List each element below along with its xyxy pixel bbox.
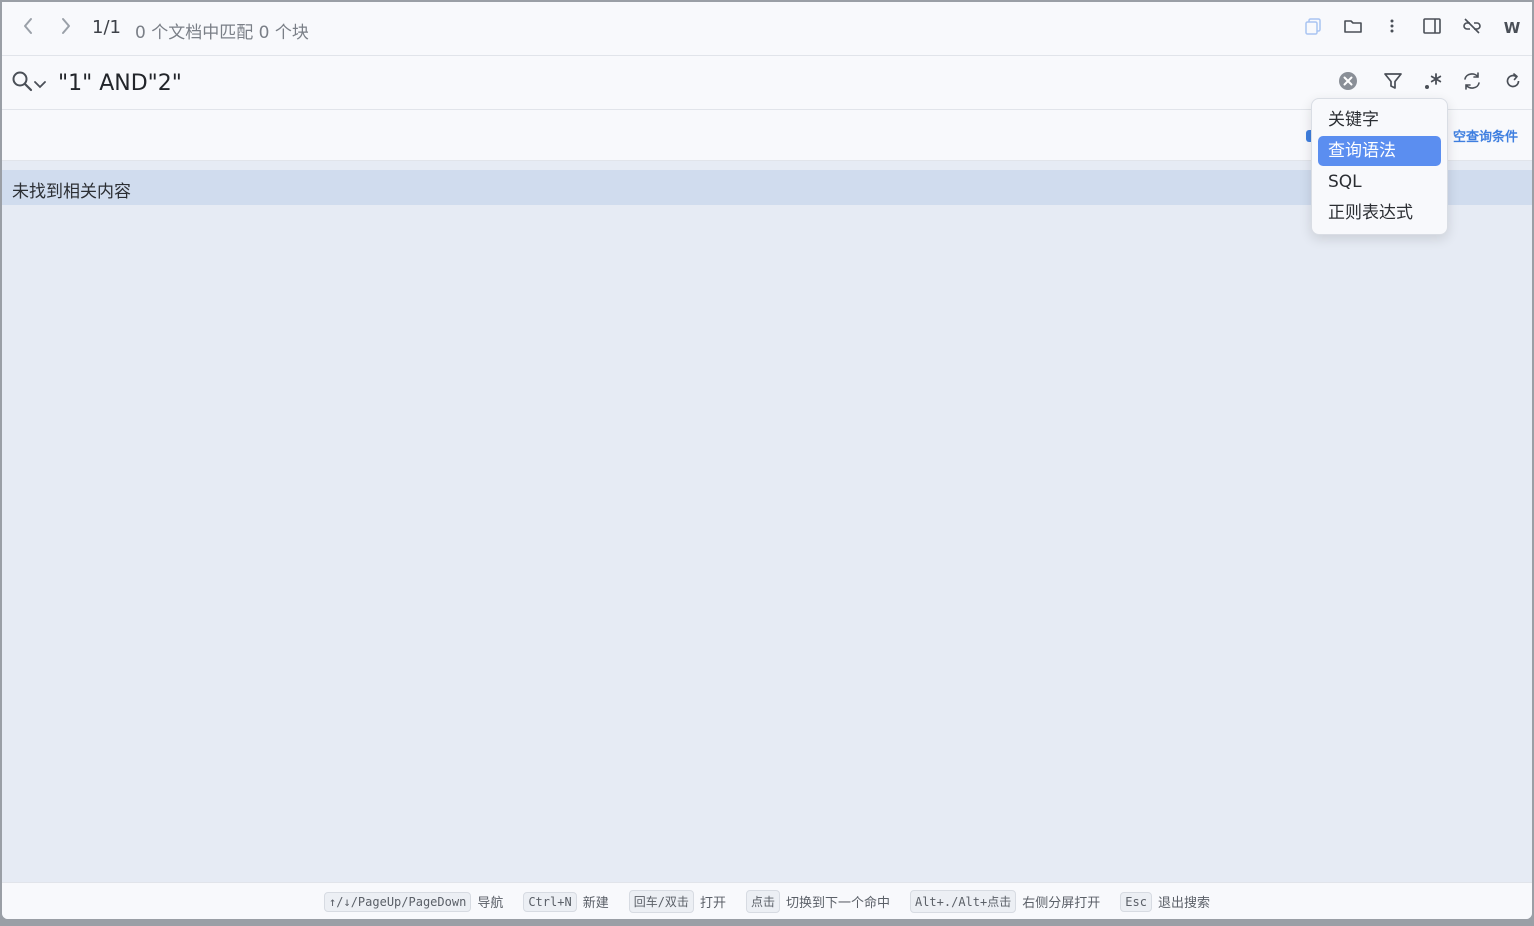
more-icon <box>1389 18 1395 38</box>
w-button[interactable]: W <box>1501 17 1523 39</box>
folder-button[interactable] <box>1342 17 1364 39</box>
hint-key: 点击 <box>745 890 780 913</box>
menu-item-query-syntax[interactable]: 查询语法 <box>1318 136 1441 166</box>
search-method-dropdown[interactable] <box>32 71 48 95</box>
search-method-button[interactable] <box>10 71 34 95</box>
toggle-preview-button[interactable] <box>1421 17 1443 39</box>
search-bar <box>2 56 1532 110</box>
chevron-right-icon <box>60 17 72 39</box>
clear-icon <box>1338 71 1358 95</box>
hint-navigate: ↑/↓/PageUp/PageDown 导航 <box>324 891 504 912</box>
hint-new: Ctrl+N 新建 <box>523 891 609 912</box>
search-window: 1/1 0 个文档中匹配 0 个块 W "1" AND"2" 空查询条件 未找到… <box>2 2 1532 919</box>
copy-icon <box>1304 17 1322 39</box>
menu-item-keyword[interactable]: 关键字 <box>1318 105 1441 135</box>
hint-split-open: Alt+./Alt+点击 右侧分屏打开 <box>909 890 1101 913</box>
search-input[interactable] <box>56 64 1320 102</box>
hint-text: 退出搜索 <box>1157 896 1210 911</box>
filter-icon <box>1383 71 1403 95</box>
hint-key: 回车/双击 <box>628 890 694 913</box>
sidebar-panel-icon <box>1423 18 1441 38</box>
hint-text: 右侧分屏打开 <box>1022 896 1101 911</box>
search-icon <box>11 70 33 96</box>
forward-button[interactable] <box>55 16 77 40</box>
back-button[interactable] <box>17 16 39 40</box>
hint-open: 回车/双击 打开 <box>628 890 726 913</box>
hint-text: 打开 <box>699 896 726 911</box>
refresh-icon <box>1504 72 1522 94</box>
replace-icon <box>1462 71 1482 95</box>
hint-text: 导航 <box>477 896 504 911</box>
menu-item-sql[interactable]: SQL <box>1318 167 1441 197</box>
keyboard-hints-footer: ↑/↓/PageUp/PageDown 导航 Ctrl+N 新建 回车/双击 打… <box>2 882 1532 919</box>
replace-button[interactable] <box>1460 71 1484 95</box>
top-toolbar: 1/1 0 个文档中匹配 0 个块 W <box>2 2 1532 56</box>
filter-row: 空查询条件 <box>2 110 1532 161</box>
hint-key: ↑/↓/PageUp/PageDown <box>324 891 472 912</box>
folder-icon <box>1343 17 1363 39</box>
menu-item-regex[interactable]: 正则表达式 <box>1318 198 1441 228</box>
unlink-icon <box>1462 17 1482 39</box>
filter-button[interactable] <box>1381 71 1405 95</box>
hint-key: Esc <box>1120 891 1152 912</box>
hint-key: Ctrl+N <box>523 891 577 912</box>
hint-exit: Esc 退出搜索 <box>1120 891 1210 912</box>
clear-query-link[interactable]: 空查询条件 <box>1453 126 1518 145</box>
unlink-button[interactable] <box>1461 17 1483 39</box>
clear-search-button[interactable] <box>1336 71 1360 95</box>
match-info: 0 个文档中匹配 0 个块 <box>135 23 309 43</box>
more-button[interactable] <box>1381 17 1403 39</box>
refresh-button[interactable] <box>1501 71 1525 95</box>
copy-button[interactable] <box>1302 17 1324 39</box>
chevron-left-icon <box>22 17 34 39</box>
hint-text: 切换到下一个命中 <box>785 896 890 911</box>
empty-result-text: 未找到相关内容 <box>12 182 131 202</box>
regex-icon <box>1423 71 1443 95</box>
empty-result-row: 未找到相关内容 <box>2 170 1532 205</box>
w-letter-icon: W <box>1503 19 1521 37</box>
hint-key: Alt+./Alt+点击 <box>909 890 1017 913</box>
hint-text: 新建 <box>582 896 609 911</box>
chevron-down-icon <box>34 74 46 93</box>
page-counter: 1/1 <box>92 17 121 38</box>
search-method-menu: 关键字 查询语法 SQL 正则表达式 <box>1311 98 1448 235</box>
hint-next-hit: 点击 切换到下一个命中 <box>745 890 890 913</box>
regex-button[interactable] <box>1421 71 1445 95</box>
